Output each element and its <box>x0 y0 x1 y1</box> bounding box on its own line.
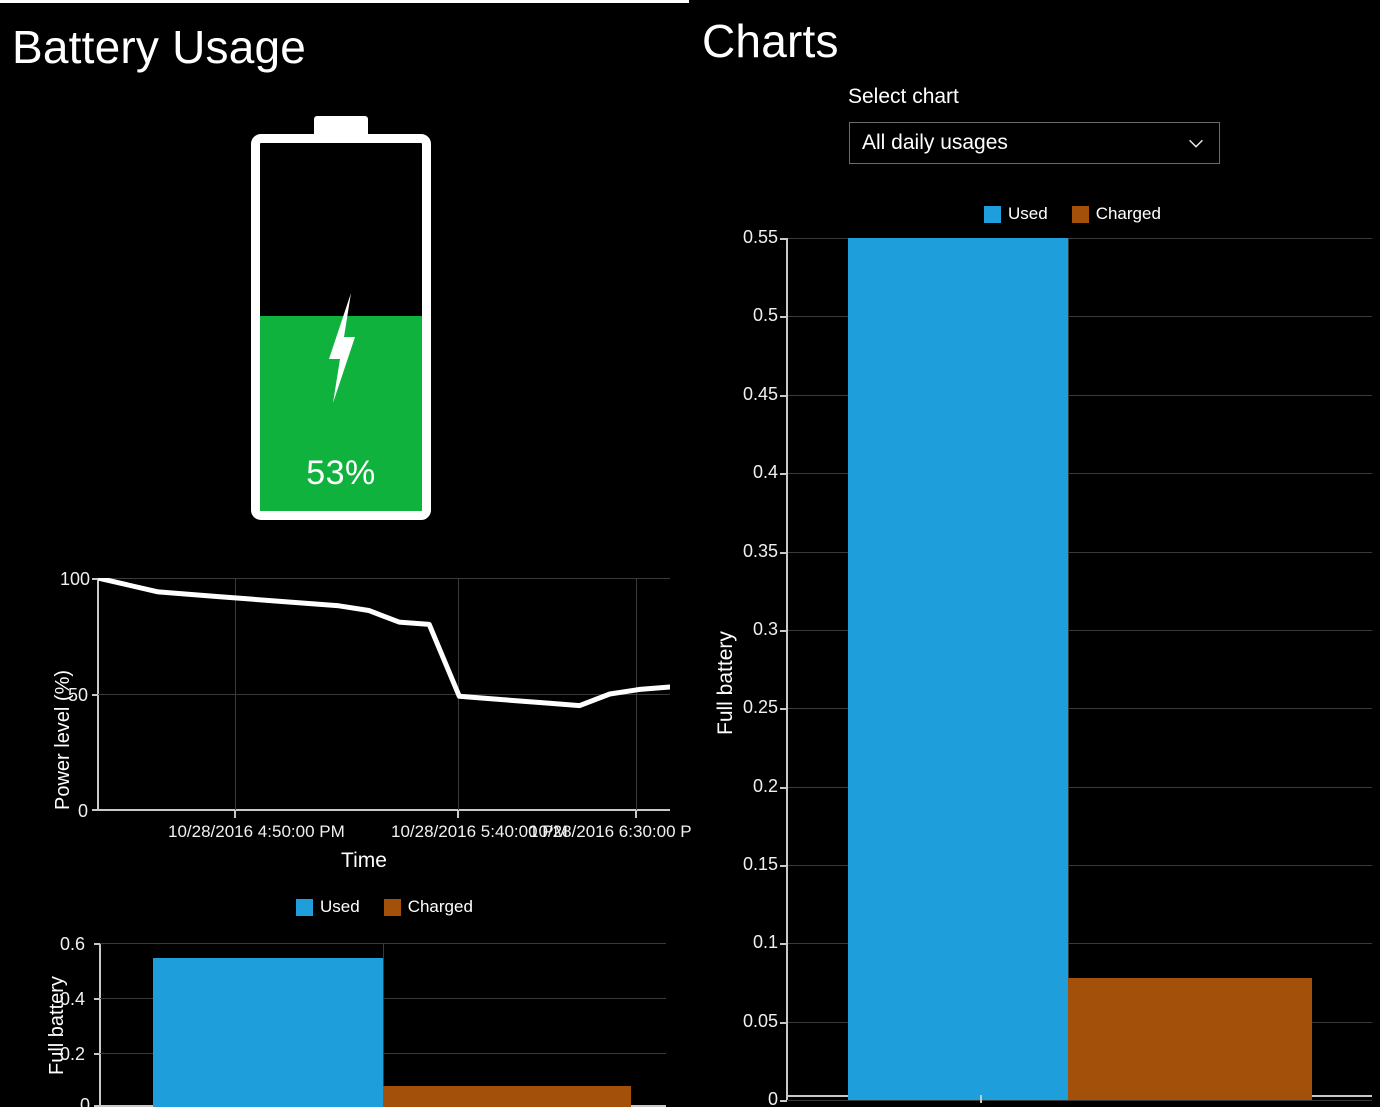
legend-label-used: Used <box>1008 204 1048 223</box>
legend-swatch-used <box>984 205 1001 223</box>
big-bar-chart-legend: Used Charged <box>984 204 1161 224</box>
daily-usage-bar-chart-small: Used Charged Full battery 0.6 0.4 0.2 0 <box>24 893 690 1107</box>
small-bar-chart-y-tick-06: 0.6 <box>60 934 86 954</box>
line-chart-y-tick-0: 0 <box>78 801 89 821</box>
select-chart-value: All daily usages <box>862 131 1008 154</box>
line-chart-plot-area <box>98 578 670 810</box>
big-bar-chart-y-tick-0.15: 0.15 <box>742 853 778 874</box>
big-bar-chart-gridline <box>788 1100 1372 1101</box>
battery-body: 53% <box>251 134 431 520</box>
app-window: Battery Usage 53% Power level (%) 100 50… <box>0 0 1380 1107</box>
battery-terminal-nub <box>314 116 368 136</box>
line-chart-x-axis-title: Time <box>341 849 387 872</box>
line-chart-x-tick-3: 10/28/2016 6:30:00 P <box>529 822 692 841</box>
small-bar-chart-y-tick-0: 0 <box>80 1095 91 1107</box>
big-bar-chart-tick-mark <box>780 1100 787 1102</box>
big-bar-chart-y-tick-0.4: 0.4 <box>752 462 778 483</box>
big-bar-chart-y-tick-0.55: 0.55 <box>742 227 778 247</box>
line-chart-x-tick-1: 10/28/2016 4:50:00 PM <box>168 822 345 841</box>
line-chart-tick-mark <box>635 811 637 818</box>
select-chart-dropdown[interactable]: All daily usages <box>849 122 1220 164</box>
big-bar-chart-y-tick-0.35: 0.35 <box>742 540 778 561</box>
bar-charged[interactable] <box>383 1085 631 1107</box>
small-bar-chart-legend: Used Charged <box>296 897 473 917</box>
small-bar-chart-y-tick-02: 0.2 <box>60 1044 86 1064</box>
legend-label-charged: Charged <box>407 897 473 916</box>
big-bar-chart-y-tick-0.1: 0.1 <box>752 932 778 953</box>
big-bar-chart-y-tick-0.05: 0.05 <box>742 1010 778 1031</box>
small-bar-chart-plot-area <box>100 943 666 1107</box>
battery-usage-panel: Battery Usage 53% Power level (%) 100 50… <box>0 0 692 1107</box>
line-chart-tick-mark <box>234 811 236 818</box>
big-bar-chart-y-tick-0.2: 0.2 <box>752 775 778 796</box>
big-bar-chart-y-axis-title: Full battery <box>714 631 737 735</box>
line-chart-tick-mark <box>457 811 459 818</box>
chevron-down-icon <box>1189 139 1203 148</box>
legend-swatch-used <box>296 898 313 916</box>
big-bar-chart-y-tick-0.25: 0.25 <box>742 697 778 718</box>
small-bar-chart-gridline <box>383 943 384 1107</box>
page-title-charts: Charts <box>702 15 839 67</box>
bar-charged[interactable] <box>1068 977 1312 1100</box>
all-daily-usages-bar-chart: Used Charged Full battery 0 0.05 0.1 0.15 0.… <box>700 204 1380 1107</box>
select-chart-label: Select chart <box>848 85 959 108</box>
legend-swatch-charged <box>1071 205 1089 223</box>
power-level-line-chart: Power level (%) 100 50 0 10/28/2016 4:50… <box>34 564 692 880</box>
line-chart-y-tick-100: 100 <box>60 569 91 589</box>
big-bar-chart-gridline <box>1068 238 1069 1096</box>
big-bar-chart-y-tick-0.5: 0.5 <box>752 305 778 326</box>
battery-percent-label: 53% <box>306 454 376 492</box>
legend-item-charged[interactable]: Charged <box>383 897 473 917</box>
small-bar-chart-y-tick-04: 0.4 <box>60 989 86 1009</box>
page-title-battery-usage: Battery Usage <box>12 21 307 73</box>
big-bar-chart-y-tick-0.3: 0.3 <box>752 618 778 639</box>
lightning-bolt-icon <box>329 293 355 403</box>
legend-item-used[interactable]: Used <box>984 204 1048 224</box>
legend-item-used[interactable]: Used <box>296 897 360 917</box>
legend-swatch-charged <box>383 898 401 916</box>
line-chart-series-path <box>98 578 670 709</box>
legend-label-used: Used <box>320 897 360 916</box>
legend-item-charged[interactable]: Charged <box>1071 204 1161 224</box>
battery-indicator: 53% <box>251 116 431 520</box>
big-bar-chart-y-tick-0.45: 0.45 <box>742 383 778 404</box>
bar-used[interactable] <box>153 957 383 1107</box>
legend-label-charged: Charged <box>1095 204 1161 223</box>
big-bar-chart-tick-mark <box>980 1095 982 1103</box>
big-bar-chart-plot-area <box>788 238 1372 1101</box>
big-bar-chart-y-tick-0: 0 <box>767 1089 778 1107</box>
line-chart-y-tick-50: 50 <box>68 685 89 705</box>
bar-used[interactable] <box>848 238 1068 1100</box>
